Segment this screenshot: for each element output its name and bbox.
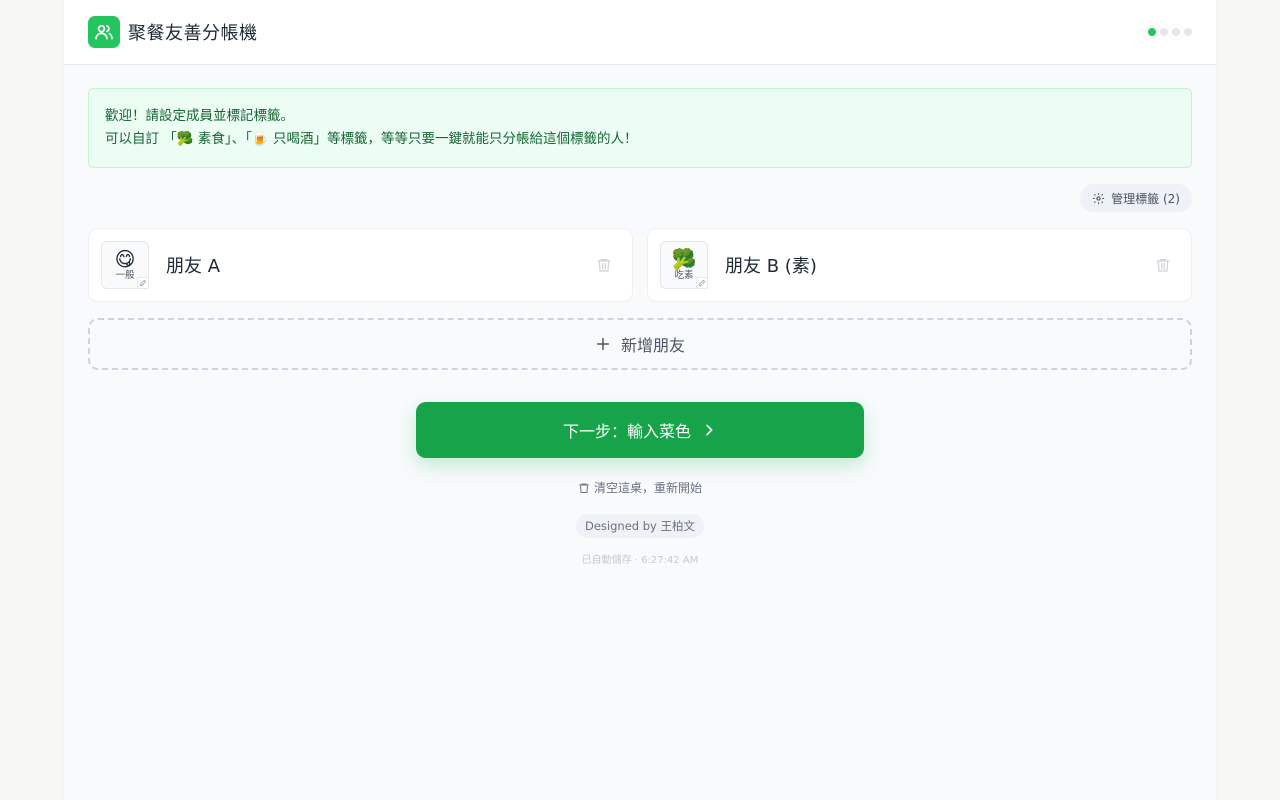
next-step-button[interactable]: 下一步：輸入菜色 [416,402,864,458]
app-title: 聚餐友善分帳機 [128,23,258,44]
friend-avatar-button[interactable]: 😋 一般 [101,241,149,289]
users-icon [88,16,120,48]
plus-icon [596,337,610,351]
step-dot [1184,28,1192,36]
next-step-label: 下一步：輸入菜色 [562,422,691,441]
trash-icon[interactable] [596,256,612,278]
welcome-line-2: 可以自訂 「🥦 素食」、「🍺 只喝酒」等標籤，等等只要一鍵就能只分帳給這個標籤的… [105,131,638,147]
step-indicator [1148,28,1192,36]
trash-icon [578,483,589,493]
step-dot [1148,28,1156,36]
friend-avatar-button[interactable]: 🥦 吃素 [660,241,708,289]
reset-label: 清空這桌，重新開始 [593,481,702,495]
add-friend-label: 新增朋友 [620,336,685,355]
friend-tag: 一般 [115,270,135,281]
step-dot [1160,28,1168,36]
manage-tags-label: 管理標籤 (2) [1111,191,1180,206]
friend-emoji: 🥦 [671,247,697,271]
friend-card: 🥦 吃素 朋友 B (素) [647,228,1192,302]
edit-icon [137,277,149,289]
friend-card: 😋 一般 朋友 A [88,228,633,302]
gear-icon [1093,192,1105,204]
manage-tags-button[interactable]: 管理標籤 (2) [1080,184,1192,212]
friend-emoji: 😋 [114,247,136,271]
autosave-status: 已自動儲存 · 6:27:42 AM [581,555,699,566]
designer-credit: Designed by 王柏文 [576,514,704,538]
friend-name[interactable]: 朋友 A [166,252,220,278]
app-container: 聚餐友善分帳機 歡迎！請設定成員並標記標籤。 可以自訂 「🥦 素食」、「🍺 只喝… [64,0,1216,800]
reset-table-link[interactable]: 清空這桌，重新開始 [64,479,1216,496]
welcome-banner: 歡迎！請設定成員並標記標籤。 可以自訂 「🥦 素食」、「🍺 只喝酒」等標籤，等等… [88,88,1192,168]
edit-icon [696,277,708,289]
step-dot [1172,28,1180,36]
friend-tag: 吃素 [674,270,694,281]
friend-list: 😋 一般 朋友 A 🥦 吃素 朋友 B (素) [88,228,1192,302]
welcome-line-1: 歡迎！請設定成員並標記標籤。 [105,108,294,124]
trash-icon[interactable] [1155,256,1171,278]
friend-name[interactable]: 朋友 B (素) [725,252,817,278]
add-friend-button[interactable]: 新增朋友 [88,318,1192,370]
app-header: 聚餐友善分帳機 [64,0,1216,65]
chevron-right-icon [706,424,713,436]
